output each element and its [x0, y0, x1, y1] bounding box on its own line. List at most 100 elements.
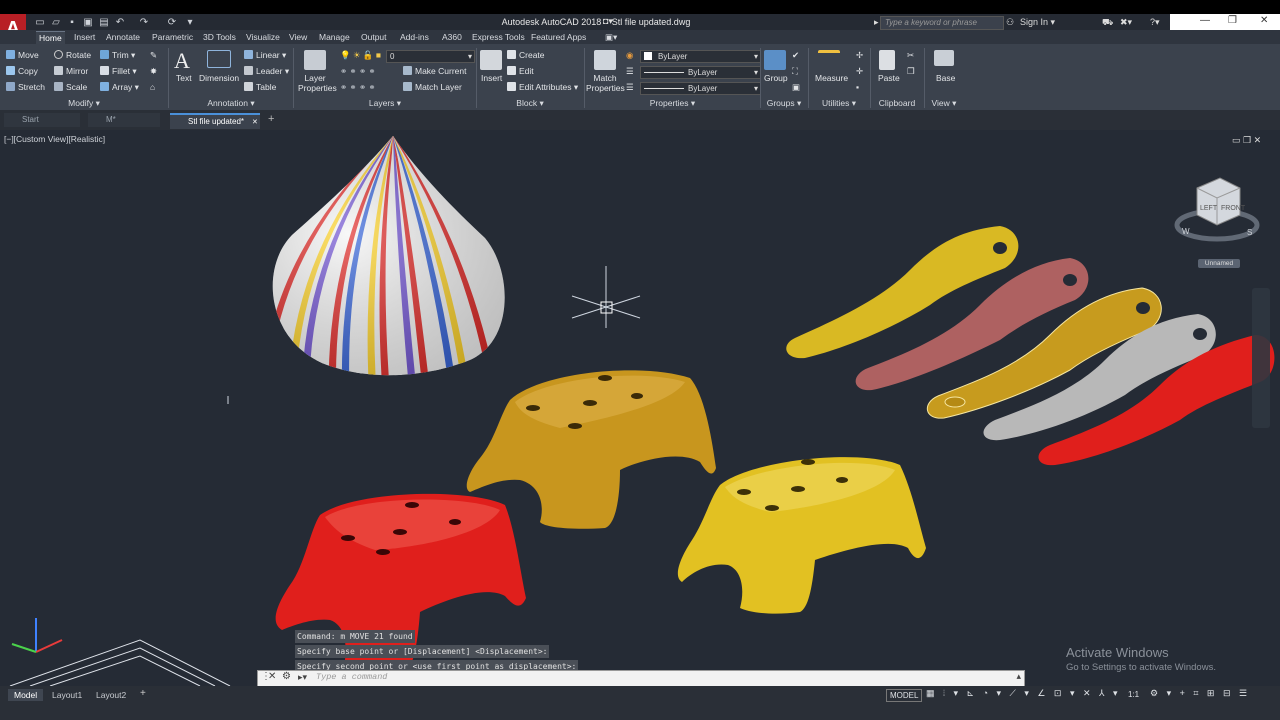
fillet-button[interactable]: Fillet ▾: [100, 66, 137, 77]
document-tab[interactable]: M*: [88, 113, 160, 127]
undo-icon[interactable]: ↶: [114, 17, 126, 29]
layer-state-icons[interactable]: 💡 ☀ 🔓 ■: [340, 50, 381, 61]
qat-dropdown-icon[interactable]: ▾: [184, 17, 196, 29]
properties-panel-title[interactable]: Properties ▾: [585, 97, 760, 109]
viewport-controls-label[interactable]: [−][Custom View][Realistic]: [4, 134, 105, 144]
tab-visualize[interactable]: Visualize: [243, 31, 283, 43]
tab-home[interactable]: Home: [36, 31, 65, 44]
tab-view[interactable]: View: [286, 31, 310, 43]
create-block-button[interactable]: Create: [507, 50, 545, 61]
color-dropdown[interactable]: ByLayer ▾: [640, 50, 761, 63]
cut-icon[interactable]: ✂: [907, 50, 914, 61]
dimension-icon[interactable]: [207, 50, 231, 68]
modify-panel-title[interactable]: Modify ▾: [0, 97, 168, 109]
paste-label[interactable]: Paste: [878, 73, 900, 84]
camera-icon[interactable]: ◘▾: [603, 15, 613, 28]
linear-button[interactable]: Linear ▾: [244, 50, 286, 61]
minimize-icon[interactable]: —: [1200, 15, 1210, 26]
sign-in-link[interactable]: Sign In ▾: [1020, 16, 1055, 29]
help-search-input[interactable]: Type a keyword or phrase: [880, 16, 1004, 30]
layer-properties-icon[interactable]: [304, 50, 326, 70]
help-icon[interactable]: ?▾: [1150, 16, 1160, 29]
viewport-window-controls[interactable]: ▭ ❐ ✕: [1232, 135, 1261, 146]
array-button[interactable]: Array ▾: [100, 82, 139, 93]
view-panel-title[interactable]: View ▾: [925, 97, 963, 109]
match-properties-icon[interactable]: [594, 50, 616, 70]
insert-icon[interactable]: [480, 50, 502, 70]
cart-icon[interactable]: ⛟: [1102, 16, 1113, 29]
layer-tools-row1[interactable]: ⚭ ⚭ ⚭ ⚭: [340, 66, 376, 77]
base-view-icon[interactable]: [934, 50, 954, 66]
new-tab-button[interactable]: +: [268, 113, 274, 125]
leader-button[interactable]: Leader ▾: [244, 66, 289, 77]
drawing-viewport[interactable]: LEFT FRONT W S Unnamed ▭ ❐ ✕: [0, 130, 1280, 686]
explode-icon[interactable]: ✸: [150, 66, 157, 77]
document-tab[interactable]: Stl file updated* ✕: [170, 113, 260, 129]
layer-tools-row2[interactable]: ⚭ ⚭ ⚭ ⚭: [340, 82, 376, 93]
copy-clip-icon[interactable]: ❐: [907, 66, 915, 77]
tab-manage[interactable]: Manage: [316, 31, 353, 43]
document-tab[interactable]: Start: [4, 113, 80, 127]
tab-insert[interactable]: Insert: [71, 31, 98, 43]
close-icon[interactable]: ✕: [1260, 15, 1268, 26]
customize-command-icon[interactable]: ⚙: [282, 671, 291, 682]
dimension-label[interactable]: Dimension: [199, 73, 239, 84]
tab-3d-tools[interactable]: 3D Tools: [200, 31, 239, 43]
edit-attributes-button[interactable]: Edit Attributes ▾: [507, 82, 578, 93]
model-space-button[interactable]: MODEL: [886, 689, 923, 702]
layout-tab-layout2[interactable]: Layout2: [90, 689, 132, 701]
match-layer-button[interactable]: Match Layer: [403, 82, 462, 93]
mirror-button[interactable]: Mirror: [54, 66, 88, 77]
group-label[interactable]: Group: [764, 73, 788, 84]
tab-featured-apps[interactable]: Featured Apps: [528, 31, 589, 43]
annotation-scale[interactable]: 1:1: [1128, 690, 1139, 699]
qsaveas-icon[interactable]: ▣: [82, 17, 94, 29]
layers-panel-title[interactable]: Layers ▾: [294, 97, 476, 109]
tab-annotate[interactable]: Annotate: [103, 31, 143, 43]
rotate-button[interactable]: Rotate: [54, 50, 91, 61]
tab-output[interactable]: Output: [358, 31, 390, 43]
redo-icon[interactable]: ↷: [138, 17, 150, 29]
block-panel-title[interactable]: Block ▾: [477, 97, 583, 109]
id-point-icon[interactable]: ▪: [856, 82, 859, 93]
tab-a360[interactable]: A360: [439, 31, 465, 43]
qsave-icon[interactable]: ▪: [66, 17, 78, 29]
annotation-panel-title[interactable]: Annotation ▾: [170, 97, 292, 109]
layout-tab-model[interactable]: Model: [8, 689, 44, 701]
navigation-bar[interactable]: [1252, 288, 1270, 428]
qnew-icon[interactable]: ▭: [34, 17, 46, 29]
trim-button[interactable]: Trim ▾: [100, 50, 135, 61]
stretch-button[interactable]: Stretch: [6, 82, 45, 93]
layout-tab-layout1[interactable]: Layout1: [46, 689, 88, 701]
close-command-icon[interactable]: ✕: [268, 671, 276, 682]
group-icon[interactable]: [764, 50, 786, 70]
linetype-dropdown[interactable]: ByLayer ▾: [640, 66, 761, 79]
tab-parametric[interactable]: Parametric: [149, 31, 196, 43]
base-label[interactable]: Base: [936, 73, 955, 84]
table-button[interactable]: Table: [244, 82, 276, 93]
group-select-icon[interactable]: ⛶: [792, 66, 798, 77]
group-tools-icon[interactable]: ✔: [792, 50, 799, 61]
quick-calc-icon[interactable]: ✢: [856, 50, 863, 61]
edit-block-button[interactable]: Edit: [507, 66, 534, 77]
ucs-menu-button[interactable]: Unnamed: [1198, 259, 1240, 268]
close-tab-icon[interactable]: ✕: [250, 119, 258, 126]
group-edit-icon[interactable]: ▣: [792, 82, 800, 93]
command-input[interactable]: Type a command: [316, 672, 387, 682]
add-layout-button[interactable]: +: [140, 688, 146, 699]
qopen-icon[interactable]: ▱: [50, 17, 62, 29]
exchange-icon[interactable]: ✖▾: [1120, 16, 1132, 29]
make-current-button[interactable]: Make Current: [403, 66, 467, 77]
measure-icon[interactable]: [818, 50, 840, 63]
tab-express-tools[interactable]: Express Tools: [469, 31, 528, 43]
layer-properties-label[interactable]: Layer Properties: [298, 73, 337, 93]
offset-icon[interactable]: ⌂: [150, 82, 155, 93]
lineweight-dropdown[interactable]: ByLayer ▾: [640, 82, 761, 95]
scale-button[interactable]: Scale: [54, 82, 87, 93]
copy-button[interactable]: Copy: [6, 66, 38, 77]
groups-panel-title[interactable]: Groups ▾: [761, 97, 807, 109]
drafting-toggles[interactable]: ▦ ⦙ ▾ ⊾ ◔ ▾ ⟋ ▾ ∠ ⊡ ▾ ✕ ⅄ ▾: [926, 688, 1121, 699]
command-history-toggle[interactable]: ▴: [1016, 671, 1021, 682]
tab-add-ins[interactable]: Add-ins: [397, 31, 432, 43]
layer-dropdown[interactable]: 0 ▾: [386, 50, 475, 63]
